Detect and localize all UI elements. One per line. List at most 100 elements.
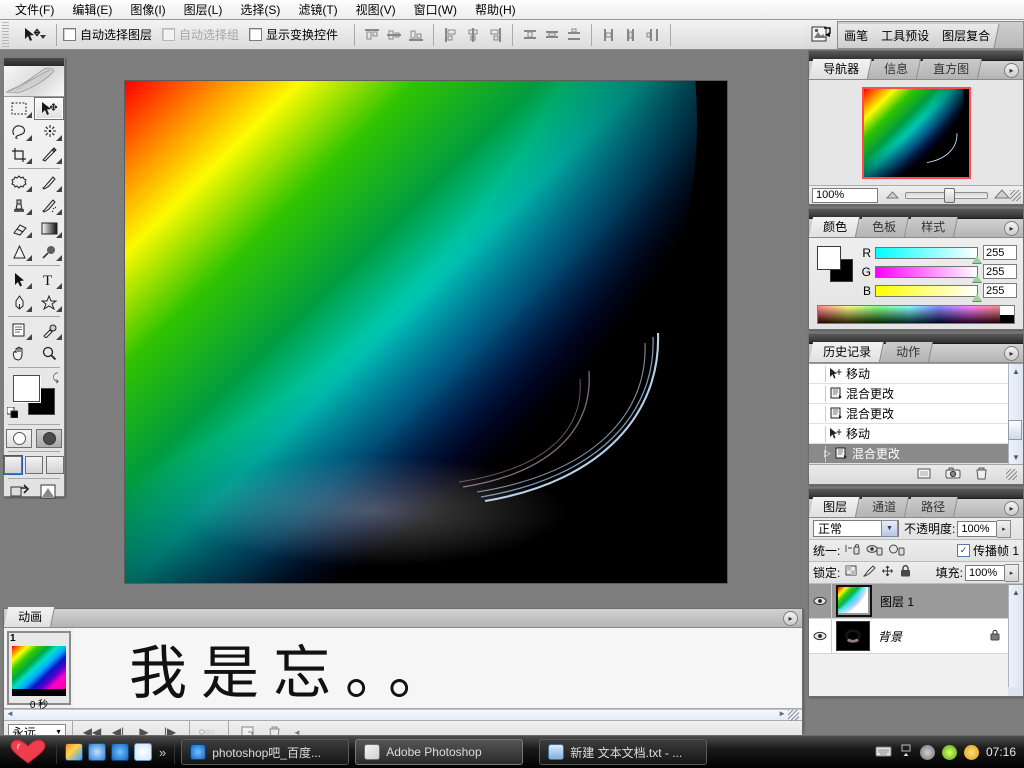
- tab-channels[interactable]: 通道: [857, 497, 910, 517]
- panel-resize-grip[interactable]: [788, 710, 799, 721]
- align-horizontal-centers-icon[interactable]: [464, 26, 482, 44]
- distribute-top-edges-icon[interactable]: [521, 26, 539, 44]
- desktop-icon[interactable]: [65, 743, 83, 761]
- tool-flyout-icon[interactable]: [56, 232, 62, 238]
- tool-flyout-icon[interactable]: [26, 186, 32, 192]
- foreground-color-swatch[interactable]: [13, 375, 40, 402]
- menu-item-view[interactable]: 视图(V): [347, 0, 405, 20]
- scroll-left-icon[interactable]: ◄: [6, 709, 14, 718]
- options-bar-grip[interactable]: [2, 21, 9, 48]
- file-browser-icon[interactable]: [810, 24, 832, 46]
- tool-flyout-icon[interactable]: [56, 255, 62, 261]
- tool-preset-chevron-icon[interactable]: [40, 34, 46, 39]
- distribute-vertical-centers-icon[interactable]: [543, 26, 561, 44]
- eyedropper-tool[interactable]: [34, 319, 64, 342]
- align-bottom-edges-icon[interactable]: [407, 26, 425, 44]
- align-left-edges-icon[interactable]: [442, 26, 460, 44]
- history-state[interactable]: 混合更改: [809, 384, 1023, 404]
- menu-item-edit[interactable]: 编辑(E): [63, 0, 121, 20]
- tab-histogram[interactable]: 直方图: [918, 59, 983, 79]
- tool-flyout-icon[interactable]: [26, 158, 32, 164]
- opacity-stepper-icon[interactable]: ▸: [997, 519, 1012, 538]
- move-tool[interactable]: [34, 97, 64, 120]
- tool-flyout-icon[interactable]: [26, 255, 32, 261]
- spectrum-white-black[interactable]: [1000, 306, 1014, 323]
- path-selection-tool[interactable]: [4, 268, 34, 291]
- tab-swatches[interactable]: 色板: [857, 217, 910, 237]
- history-source-checkbox[interactable]: [809, 405, 826, 422]
- tool-flyout-icon[interactable]: [56, 158, 62, 164]
- menu-item-file[interactable]: 文件(F): [6, 0, 63, 20]
- ie-icon[interactable]: [88, 743, 106, 761]
- tool-flyout-icon[interactable]: [56, 306, 62, 312]
- toolbox-title-bar[interactable]: [4, 58, 64, 66]
- zoom-slider-knob[interactable]: [944, 187, 955, 203]
- history-source-checkbox[interactable]: [809, 425, 826, 442]
- green-channel-slider[interactable]: [875, 265, 982, 282]
- notes-tool[interactable]: [4, 319, 34, 342]
- clock[interactable]: 07:16: [986, 745, 1016, 759]
- taskbar-item-browser[interactable]: photoshop吧_百度...: [181, 739, 350, 765]
- slider-knob[interactable]: [972, 293, 982, 301]
- menu-item-image[interactable]: 图像(I): [121, 0, 174, 20]
- well-tab-layer-comps[interactable]: 图层复合: [931, 23, 1000, 48]
- jump-to-imageready-icon[interactable]: [10, 483, 32, 503]
- standard-screen-mode-button[interactable]: [3, 455, 23, 475]
- tool-flyout-icon[interactable]: [26, 334, 32, 340]
- scrollbar-thumb[interactable]: [1008, 420, 1022, 440]
- zoom-out-icon[interactable]: [885, 188, 900, 202]
- tab-navigator[interactable]: 导航器: [808, 59, 873, 79]
- history-state[interactable]: 混合更改: [809, 404, 1023, 424]
- taskbar-item-photoshop[interactable]: Adobe Photoshop: [355, 739, 524, 765]
- blend-mode-select[interactable]: 正常 ▼: [813, 520, 899, 537]
- kingsoft-icon[interactable]: [134, 743, 152, 761]
- zoom-in-icon[interactable]: [993, 188, 1011, 202]
- eraser-tool[interactable]: [4, 217, 34, 240]
- tool-flyout-icon[interactable]: [56, 209, 62, 215]
- new-snapshot-button[interactable]: [945, 467, 961, 483]
- show-transform-controls-checkbox[interactable]: 显示变换控件: [249, 26, 338, 43]
- slider-knob[interactable]: [972, 274, 982, 282]
- full-screen-mode-button[interactable]: [46, 456, 64, 474]
- blur-tool[interactable]: [4, 240, 34, 263]
- move-tool-icon[interactable]: [14, 23, 50, 47]
- navigator-thumbnail[interactable]: [809, 80, 1023, 185]
- slider-knob[interactable]: [972, 255, 982, 263]
- lock-transparency-icon[interactable]: [845, 565, 858, 580]
- layer-visibility-toggle[interactable]: [809, 619, 832, 653]
- animation-frame[interactable]: 1 0 秒: [7, 631, 71, 711]
- tool-flyout-icon[interactable]: [26, 306, 32, 312]
- green-channel-value[interactable]: 255: [983, 264, 1017, 279]
- tab-layers[interactable]: 图层: [808, 497, 861, 517]
- gradient-tool[interactable]: [34, 217, 64, 240]
- blue-channel-slider[interactable]: [875, 284, 982, 301]
- taskbar-item-notepad[interactable]: 新建 文本文档.txt - ...: [539, 739, 708, 765]
- keyboard-layout-icon[interactable]: [875, 745, 892, 760]
- tab-animation[interactable]: 动画: [3, 607, 56, 627]
- layer-name[interactable]: 背景: [878, 628, 902, 645]
- menu-item-layer[interactable]: 图层(L): [175, 0, 232, 20]
- history-state[interactable]: 移动: [809, 424, 1023, 444]
- layer-visibility-toggle[interactable]: [809, 584, 832, 618]
- custom-shape-tool[interactable]: [34, 291, 64, 314]
- tool-flyout-icon[interactable]: [26, 135, 32, 141]
- dodge-tool[interactable]: [34, 240, 64, 263]
- distribute-horizontal-centers-icon[interactable]: [622, 26, 640, 44]
- start-button[interactable]: [0, 737, 56, 767]
- auto-select-layer-checkbox[interactable]: 自动选择图层: [63, 26, 152, 43]
- history-source-checkbox[interactable]: [809, 365, 826, 382]
- color-spectrum-ramp[interactable]: [817, 305, 1015, 324]
- propagate-frame-checkbox[interactable]: ✓ 传播帧 1: [956, 542, 1019, 559]
- zoom-slider[interactable]: [905, 187, 988, 203]
- red-channel-value[interactable]: 255: [983, 245, 1017, 260]
- marquee-tool[interactable]: [4, 97, 34, 120]
- crop-tool[interactable]: [4, 143, 34, 166]
- navigator-panel-menu-icon[interactable]: ▸: [1004, 63, 1019, 78]
- shield-icon[interactable]: [963, 744, 979, 760]
- layer-row-layer-1[interactable]: 图层 1: [809, 584, 1023, 619]
- tab-styles[interactable]: 样式: [906, 217, 959, 237]
- distribute-right-edges-icon[interactable]: [644, 26, 662, 44]
- unify-style-icon[interactable]: [888, 543, 905, 559]
- animation-panel-menu-icon[interactable]: ▸: [783, 611, 798, 626]
- lock-position-icon[interactable]: [881, 565, 894, 580]
